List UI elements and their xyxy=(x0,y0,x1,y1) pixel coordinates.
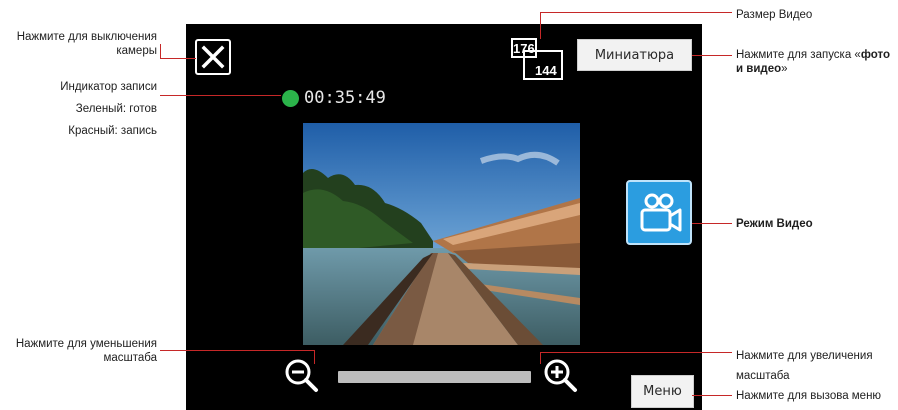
leader-line xyxy=(692,55,732,56)
video-camera-icon xyxy=(640,193,682,232)
annotation-video-mode: Режим Видео xyxy=(736,218,813,230)
svg-text:176: 176 xyxy=(513,41,535,56)
annotation-zoom-in: Нажмите для увеличения масштаба xyxy=(736,350,873,382)
zoom-in-icon xyxy=(544,359,577,392)
leader-line xyxy=(160,44,161,58)
recording-time: 00:35:49 xyxy=(304,88,386,108)
record-status-dot xyxy=(282,89,299,107)
leader-line xyxy=(540,12,541,39)
annotation-rec-indicator: Индикатор записи xyxy=(60,81,157,93)
leader-line xyxy=(692,223,732,224)
leader-line xyxy=(540,352,732,353)
leader-line xyxy=(540,352,541,364)
recording-indicator: 00:35:49 xyxy=(282,88,386,108)
preview-image xyxy=(303,123,580,345)
leader-line xyxy=(160,350,314,351)
annotation-zoom-out: Нажмите для уменьшения масштаба xyxy=(15,338,157,364)
menu-button[interactable]: Меню xyxy=(631,375,694,408)
leader-line xyxy=(540,12,732,13)
annotation-launch-photo-video: Нажмите для запуска «фото и видео» xyxy=(736,48,896,76)
resolution-icon: 176 144 xyxy=(511,38,563,80)
thumbnail-label: Миниатюра xyxy=(594,47,675,63)
zoom-in-button[interactable] xyxy=(541,356,581,396)
resolution-button[interactable]: 176 144 xyxy=(510,37,566,81)
annotation-camera-off: Нажмите для выключения камеры xyxy=(16,31,157,57)
leader-line xyxy=(692,395,732,396)
annotation-video-size: Размер Видео xyxy=(736,9,813,21)
annotation-green-ready: Зеленый: готов xyxy=(75,103,157,115)
close-camera-button[interactable] xyxy=(195,39,231,75)
svg-text:144: 144 xyxy=(535,63,557,78)
menu-label: Меню xyxy=(643,384,682,399)
thumbnail-button[interactable]: Миниатюра xyxy=(577,39,692,71)
video-mode-button[interactable] xyxy=(626,180,692,245)
leader-line xyxy=(314,350,315,364)
zoom-out-icon xyxy=(285,359,318,392)
annotation-menu-call: Нажмите для вызова меню xyxy=(736,390,882,402)
zoom-out-button[interactable] xyxy=(282,356,322,396)
video-preview xyxy=(303,123,580,345)
leader-line xyxy=(160,95,281,96)
annotation-red-recording: Красный: запись xyxy=(68,125,157,137)
close-icon xyxy=(201,45,225,69)
leader-line xyxy=(160,58,196,59)
zoom-slider[interactable] xyxy=(338,371,531,383)
annotation-launch-prefix: Нажмите для запуска « xyxy=(736,49,861,61)
annotation-launch-suffix: » xyxy=(781,63,788,75)
